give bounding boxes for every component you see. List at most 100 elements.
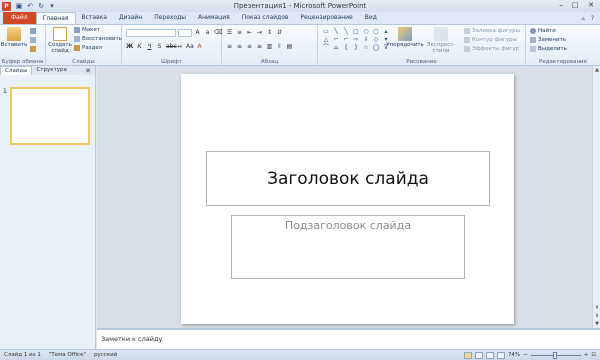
oval-shape-icon[interactable]: ○ [362, 28, 370, 35]
tab-transitions[interactable]: Переходы [148, 12, 192, 24]
connector-shape-icon[interactable]: ⌐ [342, 36, 350, 43]
char-spacing-icon[interactable]: ↔ [176, 43, 183, 50]
increase-indent-icon[interactable]: ⇥ [256, 29, 263, 36]
shape-effects-button[interactable]: Эффекты фигур [464, 46, 519, 52]
normal-view-icon[interactable] [463, 351, 472, 359]
slide-thumbnail[interactable] [10, 87, 90, 145]
tab-file[interactable]: Файл [3, 12, 36, 24]
replace-button[interactable]: Заменить [530, 37, 566, 43]
new-slide-button[interactable]: Создать слайд [48, 27, 72, 54]
maximize-button[interactable]: □ [568, 0, 582, 11]
line-shape-icon[interactable]: ╲ [332, 28, 340, 35]
zoom-in-icon[interactable]: + [584, 352, 589, 358]
grow-font-icon[interactable]: A [194, 29, 201, 36]
smartart-icon[interactable]: ▤ [286, 43, 293, 50]
section-button[interactable]: Раздел [74, 45, 102, 51]
redo-icon[interactable]: ↻ [37, 2, 45, 10]
font-color-icon[interactable]: A [196, 43, 203, 50]
arrange-button[interactable]: Упорядочить [386, 27, 424, 48]
arrow-right-shape-icon[interactable]: ⇨ [352, 36, 360, 43]
tab-home[interactable]: Главная [35, 12, 76, 24]
zoom-slider-thumb[interactable] [552, 351, 557, 359]
zoom-level[interactable]: 74% [508, 352, 520, 358]
collapse-ribbon-icon[interactable]: ▵ [582, 15, 585, 22]
tab-design[interactable]: Дизайн [113, 12, 148, 24]
numbering-icon[interactable]: ≡ [236, 29, 243, 36]
slide-sorter-view-icon[interactable] [474, 351, 483, 359]
font-name-combo[interactable] [126, 29, 176, 37]
text-box-shape-icon[interactable]: ▭ [322, 28, 330, 35]
rectangle-shape-icon[interactable]: □ [352, 28, 360, 35]
bold-icon[interactable]: Ж [126, 43, 133, 50]
language-indicator[interactable]: русский [90, 352, 121, 358]
underline-icon[interactable]: Ч [146, 43, 153, 50]
next-slide-icon[interactable]: ⇟ [593, 312, 600, 320]
tab-outline[interactable]: Структура [32, 66, 70, 75]
line-spacing-icon[interactable]: ↕ [266, 29, 273, 36]
find-button[interactable]: Найти [530, 28, 556, 34]
strikethrough-icon[interactable]: abc [166, 43, 177, 50]
tab-view[interactable]: Вид [359, 12, 383, 24]
brace-shape-icon[interactable]: { [342, 44, 350, 51]
flowchart-shape-icon[interactable]: ◇ [372, 36, 380, 43]
cut-icon[interactable] [30, 28, 36, 34]
customize-toolbar-icon[interactable]: ▾ [48, 2, 56, 10]
shadow-icon[interactable]: S [156, 43, 163, 50]
vertical-scrollbar[interactable]: ▲ ⇞ ⇟ ▼ [592, 66, 600, 328]
layout-button[interactable]: Макет [74, 27, 100, 33]
shapes-gallery[interactable]: ▭ ╲ ╲ □ ○ ▢ ▴ △ ⌐ ⌐ ⇨ ⇩ ◇ ▾ ⌒ ⌓ { } ☆ ◯ … [322, 28, 390, 51]
curve-shape-icon[interactable]: ⌒ [322, 44, 330, 51]
tab-slideshow[interactable]: Показ слайдов [236, 12, 295, 24]
tab-insert[interactable]: Вставка [76, 12, 113, 24]
close-button[interactable]: ✕ [582, 0, 600, 11]
previous-slide-icon[interactable]: ⇞ [593, 304, 600, 312]
star-shape-icon[interactable]: ☆ [362, 44, 370, 51]
connector-shape-icon[interactable]: ⌐ [332, 36, 340, 43]
subtitle-placeholder[interactable]: Подзаголовок слайда [231, 215, 465, 279]
zoom-slider[interactable] [530, 351, 581, 359]
zoom-out-icon[interactable]: − [523, 352, 528, 358]
title-placeholder[interactable]: Заголовок слайда [206, 151, 490, 206]
undo-icon[interactable]: ↶ [26, 2, 34, 10]
slideshow-view-icon[interactable] [496, 351, 505, 359]
scroll-down-icon[interactable]: ▼ [593, 320, 600, 328]
arrow-down-shape-icon[interactable]: ⇩ [362, 36, 370, 43]
shape-fill-button[interactable]: Заливка фигуры [464, 28, 520, 34]
powerpoint-app-icon[interactable]: P [2, 1, 11, 11]
align-left-icon[interactable]: ≡ [226, 43, 233, 50]
tab-animations[interactable]: Анимация [192, 12, 236, 24]
reading-view-icon[interactable] [485, 351, 494, 359]
bullets-icon[interactable]: ☰ [226, 29, 233, 36]
columns-icon[interactable]: ▥ [266, 43, 273, 50]
copy-icon[interactable] [30, 37, 36, 43]
callout-shape-icon[interactable]: ◯ [372, 44, 380, 51]
quick-styles-button[interactable]: Экспресс-стили [424, 27, 458, 54]
minimize-button[interactable]: – [554, 0, 568, 11]
triangle-shape-icon[interactable]: △ [322, 36, 330, 43]
help-icon[interactable]: ? [591, 15, 594, 22]
font-size-combo[interactable] [178, 29, 192, 37]
tab-slides[interactable]: Слайды [0, 66, 33, 75]
justify-icon[interactable]: ≡ [256, 43, 263, 50]
decrease-indent-icon[interactable]: ⇤ [246, 29, 253, 36]
format-painter-icon[interactable] [30, 46, 36, 52]
align-center-icon[interactable]: ≡ [236, 43, 243, 50]
shrink-font-icon[interactable]: a [204, 29, 211, 36]
line-shape-icon[interactable]: ╲ [342, 28, 350, 35]
italic-icon[interactable]: К [136, 43, 143, 50]
align-text-icon[interactable]: ⇳ [276, 43, 283, 50]
notes-pane[interactable]: Заметки к слайду [97, 328, 600, 349]
save-icon[interactable]: ▣ [15, 2, 23, 10]
shape-outline-button[interactable]: Контур фигуры [464, 37, 517, 43]
reset-button[interactable]: Восстановить [74, 36, 122, 42]
align-right-icon[interactable]: ≡ [246, 43, 253, 50]
fit-to-window-icon[interactable]: ⊡ [591, 352, 596, 358]
tab-review[interactable]: Рецензирование [294, 12, 358, 24]
close-panel-icon[interactable]: ✕ [85, 67, 95, 75]
brace-shape-icon[interactable]: } [352, 44, 360, 51]
clear-format-icon[interactable]: ⌫ [214, 29, 222, 36]
rounded-rect-shape-icon[interactable]: ▢ [372, 28, 380, 35]
slide-canvas[interactable]: Заголовок слайда Подзаголовок слайда [181, 74, 514, 324]
arc-shape-icon[interactable]: ⌓ [332, 44, 340, 51]
scroll-up-icon[interactable]: ▲ [593, 66, 600, 74]
